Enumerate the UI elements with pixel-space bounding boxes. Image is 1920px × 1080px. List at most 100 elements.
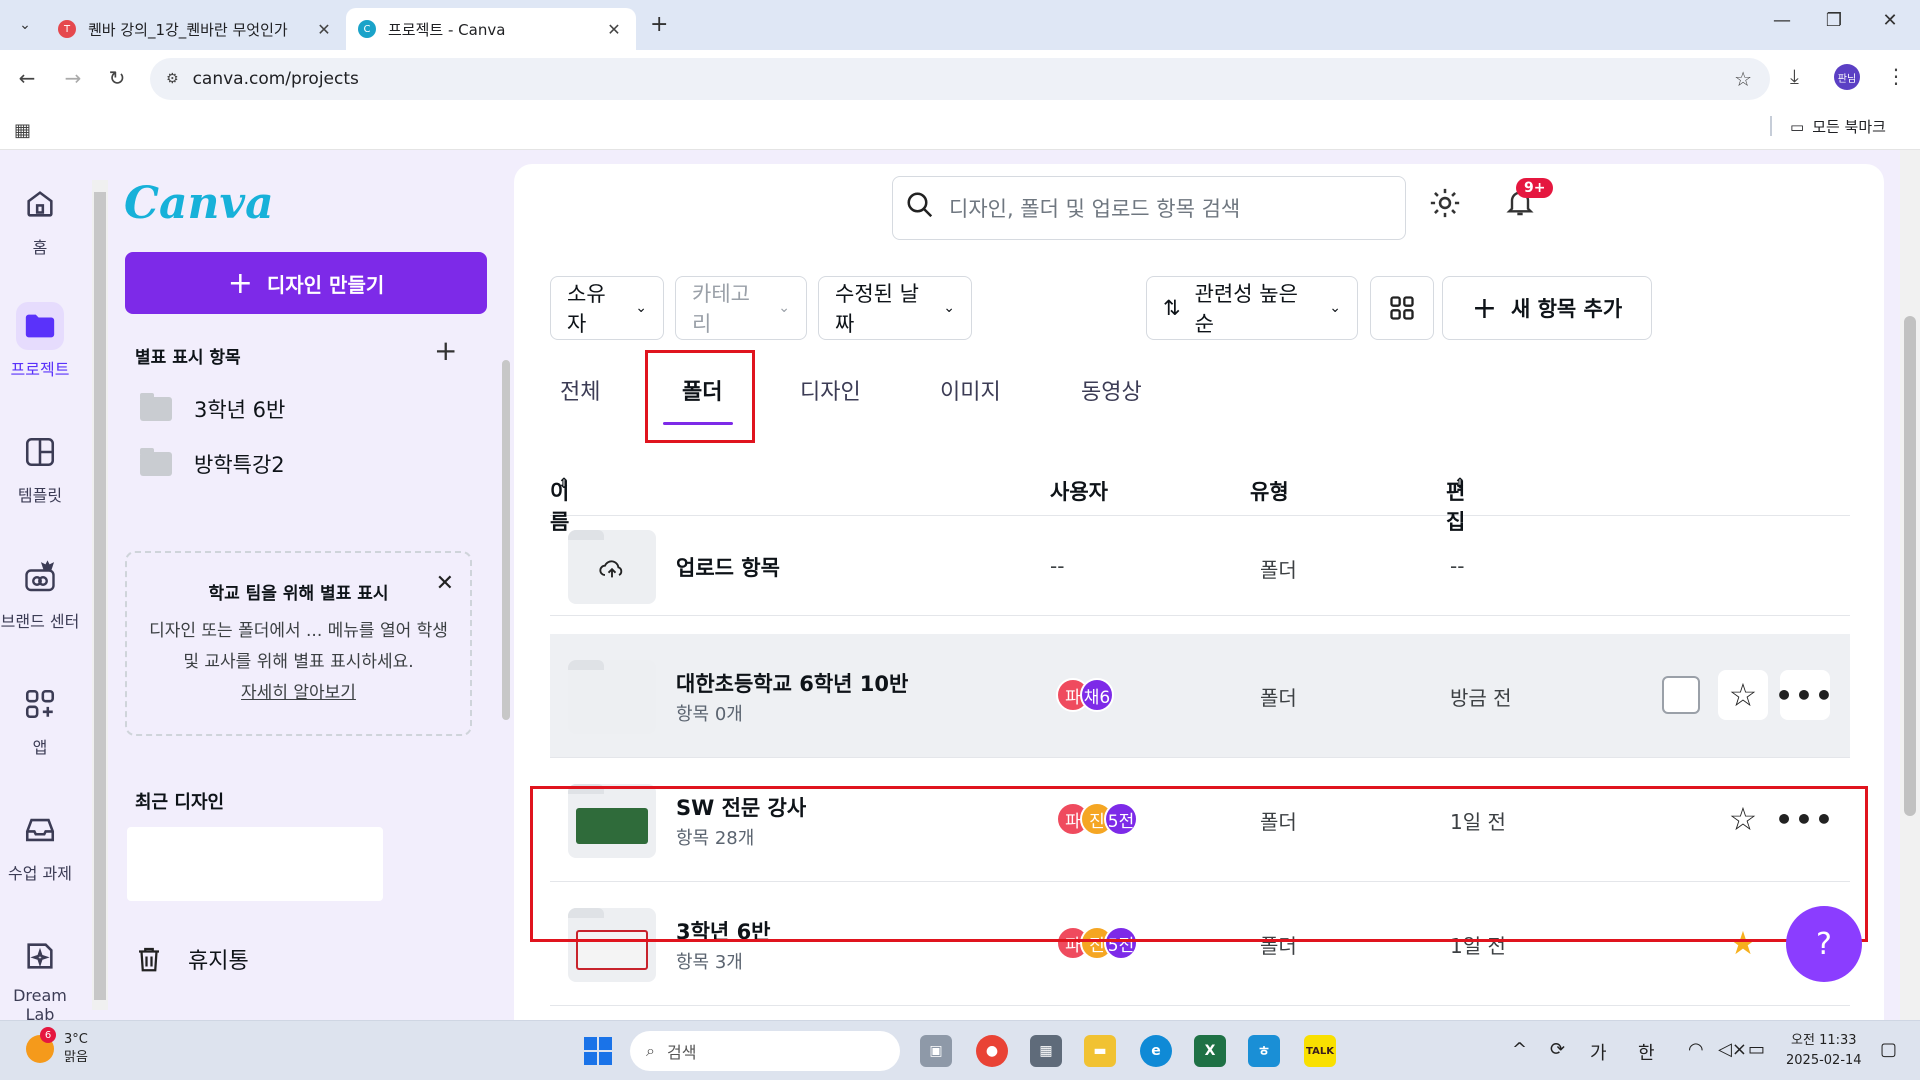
search-placeholder: 디자인, 폴더 및 업로드 항목 검색: [949, 197, 1241, 221]
plus-icon: +: [227, 265, 253, 301]
more-options-icon[interactable]: •••: [1775, 670, 1833, 720]
language-indicator[interactable]: 한: [1638, 1039, 1655, 1065]
new-tab-icon[interactable]: +: [650, 12, 668, 37]
folder-icon: [16, 302, 64, 350]
browser-tab-strip: ⌄ T 퀜바 강의_1강_퀜바란 무엇인가 ✕ C 프로젝트 - Canva ✕…: [0, 0, 1920, 50]
weather-badge: 6: [40, 1027, 56, 1043]
dreamlab-icon: [16, 932, 64, 980]
template-icon: [16, 428, 64, 476]
tab-images[interactable]: 이미지: [940, 374, 1001, 406]
sort-dropdown[interactable]: ⇅ 관련성 높은 순 ⌄: [1146, 276, 1358, 340]
tray-overflow-icon[interactable]: ^: [1512, 1039, 1527, 1060]
apps-icon: [16, 680, 64, 728]
rail-item-apps[interactable]: 앱: [0, 680, 80, 758]
filter-owner[interactable]: 소유자 ⌄: [550, 276, 664, 340]
edge-icon[interactable]: e: [1140, 1035, 1172, 1067]
minimize-icon[interactable]: —: [1762, 10, 1802, 31]
highlight-box-folders-tab: [645, 350, 755, 443]
rail-item-dreamlab[interactable]: Dream Lab: [0, 932, 80, 1024]
canva-logo[interactable]: Canva: [124, 178, 274, 229]
calculator-icon[interactable]: ▦: [1030, 1035, 1062, 1067]
page-scrollbar[interactable]: [1900, 150, 1920, 1020]
reload-icon[interactable]: ↻: [102, 66, 132, 90]
wifi-icon[interactable]: ◠: [1688, 1039, 1704, 1060]
rail-item-assignments[interactable]: 수업 과제: [0, 806, 80, 884]
trash-button[interactable]: 휴지통: [134, 943, 249, 975]
browser-menu-icon[interactable]: ⋮: [1886, 64, 1906, 88]
add-new-item-button[interactable]: + 새 항목 추가: [1442, 276, 1652, 340]
task-view-icon[interactable]: ▣: [920, 1035, 952, 1067]
filter-category[interactable]: 카테고리 ⌄: [675, 276, 807, 340]
notification-center-icon[interactable]: ▢: [1880, 1039, 1897, 1060]
browser-tab-lecture[interactable]: T 퀜바 강의_1강_퀜바란 무엇인가 ✕: [46, 8, 346, 50]
taskbar-search-label: 검색: [666, 1043, 697, 1062]
chrome-icon[interactable]: ●: [976, 1035, 1008, 1067]
profile-avatar[interactable]: 판님: [1834, 64, 1860, 90]
system-clock[interactable]: 오전 11:33 2025-02-14: [1786, 1031, 1862, 1071]
search-icon: [905, 190, 935, 227]
taskbar-search[interactable]: ⌕ 검색: [630, 1031, 900, 1071]
rail-label: 브랜드 센터: [0, 612, 80, 631]
address-bar[interactable]: ⚙ canva.com/projects ☆: [150, 58, 1770, 100]
filter-modified-date[interactable]: 수정된 날짜 ⌄: [818, 276, 972, 340]
windows-start-icon[interactable]: [584, 1037, 612, 1065]
tab-search-chevron-icon[interactable]: ⌄: [10, 12, 40, 38]
starred-item[interactable]: 3학년 6반: [140, 389, 285, 429]
settings-gear-icon[interactable]: [1428, 186, 1462, 229]
bookmark-star-icon[interactable]: ☆: [1734, 67, 1752, 91]
add-starred-icon[interactable]: +: [434, 334, 457, 367]
download-icon[interactable]: ⤓: [1790, 64, 1799, 88]
weather-widget[interactable]: 6 3°C 맑음: [26, 1027, 88, 1067]
rail-item-brand[interactable]: 브랜드 센터: [0, 554, 80, 632]
star-icon[interactable]: ☆: [1718, 670, 1768, 720]
table-row[interactable]: 업로드 항목 -- 폴더 --: [550, 516, 1850, 616]
tab-close-icon[interactable]: ✕: [604, 20, 624, 39]
grid-view-button[interactable]: [1370, 276, 1434, 340]
help-button[interactable]: ?: [1786, 906, 1862, 982]
file-explorer-icon[interactable]: ▬: [1084, 1035, 1116, 1067]
close-icon[interactable]: ✕: [436, 571, 454, 596]
excel-icon[interactable]: X: [1194, 1035, 1226, 1067]
site-info-icon[interactable]: ⚙: [166, 71, 179, 87]
search-input[interactable]: 디자인, 폴더 및 업로드 항목 검색: [892, 176, 1406, 240]
side-panel-scrollbar[interactable]: [500, 320, 512, 920]
sort-icon: ⇕: [558, 476, 570, 492]
row-item-count: 항목 3개: [676, 952, 743, 973]
tab-all[interactable]: 전체: [560, 374, 600, 406]
tab-designs[interactable]: 디자인: [800, 374, 861, 406]
sync-icon[interactable]: ⟳: [1550, 1039, 1565, 1060]
starred-item-label: 3학년 6반: [194, 398, 286, 422]
starred-heading: 별표 표시 항목: [135, 348, 241, 368]
kakaotalk-icon[interactable]: TALK: [1304, 1035, 1336, 1067]
brand-icon: [16, 554, 64, 602]
select-checkbox[interactable]: [1662, 676, 1700, 714]
starred-item[interactable]: 방학특강2: [140, 444, 285, 484]
learn-more-link[interactable]: 자세히 알아보기: [127, 678, 470, 703]
tab-videos[interactable]: 동영상: [1081, 374, 1142, 406]
windows-taskbar: 6 3°C 맑음 ⌕ 검색 ▣ ● ▦ ▬ e X ㅎ TALK ^ ⟳ 가 한…: [0, 1020, 1920, 1080]
battery-icon[interactable]: ▭: [1748, 1039, 1765, 1060]
weather-sun-icon: 6: [26, 1027, 56, 1063]
volume-mute-icon[interactable]: ◁×: [1718, 1039, 1747, 1060]
rail-item-home[interactable]: 홈: [0, 180, 80, 258]
all-bookmarks-button[interactable]: ▭ 모든 북마크: [1790, 116, 1886, 137]
create-design-button[interactable]: + 디자인 만들기: [125, 252, 487, 314]
ime-mode[interactable]: 가: [1590, 1039, 1607, 1065]
apps-grid-icon[interactable]: ▦: [14, 120, 31, 141]
tab-close-icon[interactable]: ✕: [314, 20, 334, 39]
bookmark-bar: ▦ ▭ 모든 북마크: [0, 108, 1920, 150]
sort-icon: ⇕: [1454, 476, 1466, 492]
rail-item-projects[interactable]: 프로젝트: [0, 302, 80, 380]
back-icon[interactable]: ←: [12, 66, 42, 90]
row-edited: --: [1450, 554, 1465, 578]
close-window-icon[interactable]: ✕: [1870, 10, 1910, 31]
hancom-icon[interactable]: ㅎ: [1248, 1035, 1280, 1067]
table-row[interactable]: 대한초등학교 6학년 10반 항목 0개 파 채6 폴더 방금 전 ☆ •••: [550, 634, 1850, 758]
rail-label: 템플릿: [17, 486, 63, 505]
rail-item-templates[interactable]: 템플릿: [0, 428, 80, 506]
recent-design-thumbnail[interactable]: [127, 827, 383, 901]
forward-icon[interactable]: →: [58, 66, 88, 90]
sidebar-scrollbar[interactable]: [92, 180, 108, 1010]
restore-icon[interactable]: ❐: [1814, 10, 1854, 31]
browser-tab-canva[interactable]: C 프로젝트 - Canva ✕: [346, 8, 636, 50]
